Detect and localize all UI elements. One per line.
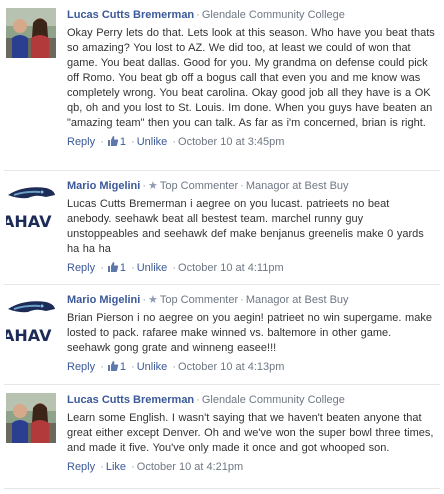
- divider: [4, 284, 440, 285]
- separator: ·: [100, 461, 104, 473]
- comment-header: Mario Migelini · ★ Top Commenter · Managor at…: [67, 179, 436, 193]
- star-icon: ★: [148, 294, 158, 306]
- comment-actions: Reply · 1 · Unlike · October 10 at 4:13pm: [67, 360, 436, 376]
- separator: ·: [131, 262, 135, 274]
- like-count[interactable]: 1: [120, 136, 126, 148]
- timestamp[interactable]: October 10 at 4:11pm: [178, 262, 284, 274]
- separator: ·: [172, 262, 177, 274]
- comment-actions: Reply · Like · October 10 at 4:21pm: [67, 460, 436, 474]
- comment-header: Mario Migelini · ★ Top Commenter · Managor at…: [67, 293, 436, 307]
- comment-text: Learn some English. I wasn't saying that…: [67, 412, 434, 454]
- star-icon: ★: [148, 180, 158, 192]
- reply-link[interactable]: Reply: [67, 136, 95, 148]
- thumbs-up-icon[interactable]: [107, 135, 119, 151]
- comment-text: Okay Perry lets do that. Lets look at th…: [67, 27, 435, 129]
- thumbs-up-icon[interactable]: [107, 261, 119, 277]
- reply-link[interactable]: Reply: [67, 361, 95, 373]
- reply-link[interactable]: Reply: [67, 461, 95, 473]
- comment-actions: Reply · 1 · Unlike · October 10 at 4:11pm: [67, 261, 436, 277]
- top-commenter-badge: Top Commenter: [159, 180, 239, 192]
- separator: ·: [100, 262, 104, 274]
- like-count[interactable]: 1: [120, 361, 126, 373]
- divider: [4, 170, 440, 171]
- separator: ·: [142, 180, 147, 192]
- avatar[interactable]: [6, 393, 56, 443]
- separator: ·: [240, 294, 244, 306]
- avatar[interactable]: [6, 8, 56, 58]
- author-name[interactable]: Lucas Cutts Bremerman: [67, 394, 194, 406]
- separator: ·: [100, 361, 104, 373]
- comment-header: Lucas Cutts Bremerman · Glendale Community…: [67, 393, 436, 407]
- logo-text: AHAV: [6, 326, 52, 343]
- avatar[interactable]: AHAV: [6, 293, 56, 343]
- top-commenter-badge: Top Commenter: [159, 294, 239, 306]
- unlike-link[interactable]: Unlike: [137, 361, 168, 373]
- separator: ·: [196, 9, 200, 21]
- author-affiliation[interactable]: Glendale Community College: [202, 394, 345, 406]
- comment-actions: Reply · 1 · Unlike · October 10 at 3:45pm: [67, 135, 436, 151]
- comment-text: Brian Pierson i no aegree on you aegin! …: [67, 312, 432, 354]
- divider: [4, 488, 440, 489]
- separator: ·: [131, 361, 135, 373]
- separator: ·: [240, 180, 244, 192]
- author-affiliation[interactable]: Glendale Community College: [202, 9, 345, 21]
- divider: [4, 384, 440, 385]
- avatar[interactable]: AHAV: [6, 179, 56, 229]
- unlike-link[interactable]: Unlike: [137, 136, 168, 148]
- author-name[interactable]: Mario Migelini: [67, 294, 140, 306]
- author-affiliation[interactable]: Managor at Best Buy: [246, 294, 349, 306]
- author-name[interactable]: Lucas Cutts Bremerman: [67, 9, 194, 21]
- like-link[interactable]: Like: [106, 461, 126, 473]
- separator: ·: [172, 361, 177, 373]
- separator: ·: [172, 136, 177, 148]
- timestamp[interactable]: October 10 at 3:45pm: [178, 136, 284, 148]
- unlike-link[interactable]: Unlike: [137, 262, 168, 274]
- separator: ·: [100, 136, 104, 148]
- separator: ·: [131, 461, 135, 473]
- thumbs-up-icon[interactable]: [107, 360, 119, 376]
- separator: ·: [142, 294, 147, 306]
- logo-text: AHAV: [6, 212, 52, 229]
- reply-link[interactable]: Reply: [67, 262, 95, 274]
- comment-text: Lucas Cutts Bremerman i aegree on you lu…: [67, 198, 424, 255]
- timestamp[interactable]: October 10 at 4:13pm: [178, 361, 284, 373]
- like-count[interactable]: 1: [120, 262, 126, 274]
- comment-header: Lucas Cutts Bremerman · Glendale Community…: [67, 8, 436, 22]
- author-name[interactable]: Mario Migelini: [67, 180, 140, 192]
- separator: ·: [196, 394, 200, 406]
- author-affiliation[interactable]: Managor at Best Buy: [246, 180, 349, 192]
- timestamp[interactable]: October 10 at 4:21pm: [137, 461, 243, 473]
- separator: ·: [131, 136, 135, 148]
